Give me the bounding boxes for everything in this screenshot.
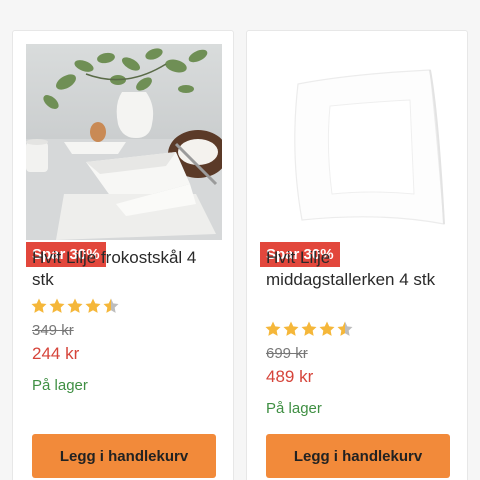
star-full-icon [301, 321, 317, 336]
old-price: 699 kr [266, 345, 308, 362]
star-half-icon [103, 298, 119, 313]
product-title[interactable]: Hvit Lilje frokostskål 4 stk [32, 247, 222, 291]
star-half-icon [337, 321, 353, 336]
price: 244 kr [32, 344, 80, 363]
product-image[interactable] [26, 44, 222, 240]
star-full-icon [283, 321, 299, 336]
star-full-icon [319, 321, 335, 336]
star-full-icon [265, 321, 281, 336]
product-image[interactable] [260, 44, 456, 240]
price: 489 kr [266, 367, 314, 386]
stock-status: På lager [266, 400, 322, 417]
star-full-icon [85, 298, 101, 313]
star-full-icon [67, 298, 83, 313]
add-to-cart-button[interactable]: Legg i handlekurv [32, 434, 216, 478]
star-full-icon [49, 298, 65, 313]
product-card[interactable]: Spar 30% Hvit Lilje middagstallerken 4 s… [246, 30, 468, 480]
product-title[interactable]: Hvit Lilje middagstallerken 4 stk [266, 247, 456, 291]
stock-status: På lager [32, 377, 88, 394]
rating-stars [30, 297, 120, 315]
add-to-cart-button[interactable]: Legg i handlekurv [266, 434, 450, 478]
star-full-icon [31, 298, 47, 313]
old-price: 349 kr [32, 322, 74, 339]
product-card[interactable]: Spar 30% Hvit Lilje frokostskål 4 stk 34… [12, 30, 234, 480]
rating-stars [264, 320, 354, 338]
